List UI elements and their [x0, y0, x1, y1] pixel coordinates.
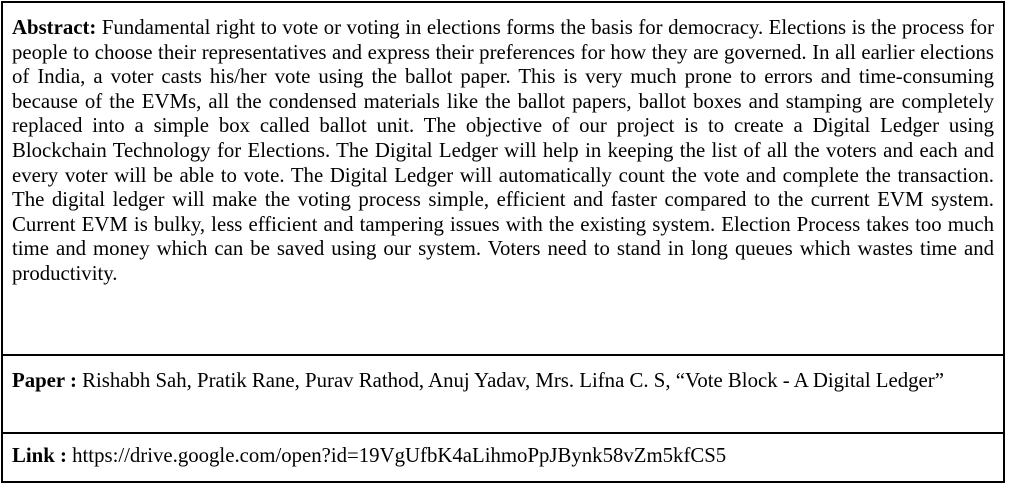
paper-cell: Paper : Rishabh Sah, Pratik Rane, Purav … [3, 354, 1003, 432]
paper-label: Paper : [12, 369, 77, 392]
link-label: Link : [12, 444, 67, 467]
abstract-label: Abstract: [12, 16, 97, 39]
abstract-text: Fundamental right to vote or voting in e… [12, 16, 994, 285]
link-cell: Link : https://drive.google.com/open?id=… [3, 432, 1003, 481]
link-url[interactable]: https://drive.google.com/open?id=19VgUfb… [72, 444, 726, 467]
abstract-cell: Abstract: Fundamental right to vote or v… [3, 3, 1003, 354]
reference-table: Abstract: Fundamental right to vote or v… [1, 1, 1005, 483]
paper-citation: Rishabh Sah, Pratik Rane, Purav Rathod, … [82, 369, 944, 392]
